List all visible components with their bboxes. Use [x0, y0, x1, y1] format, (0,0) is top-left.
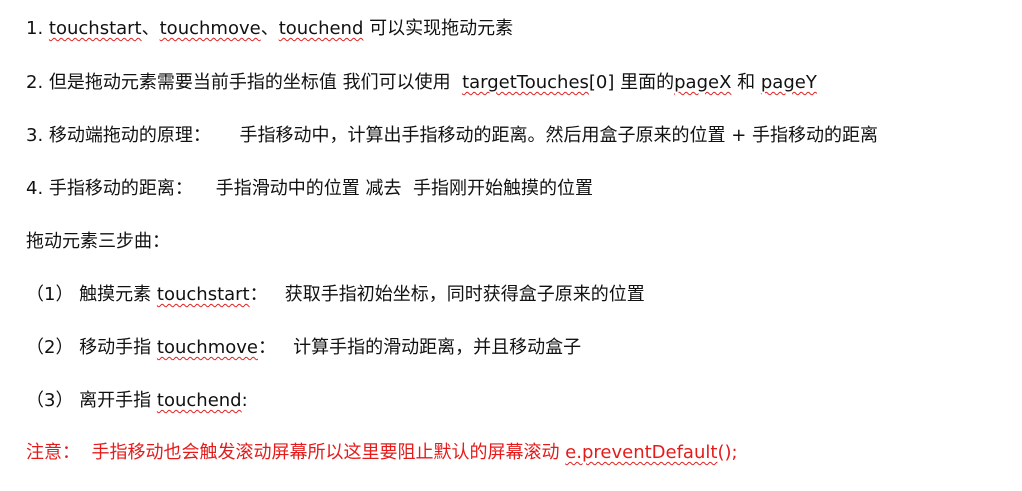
code-term: touchend — [156, 390, 242, 411]
text-segment: 和 — [731, 72, 761, 93]
text-segment: （1） 触摸元素 — [26, 284, 157, 305]
text-segment: （2） 移动手指 — [26, 337, 157, 358]
code-term: touchmove — [159, 18, 261, 39]
text-segment: 1. — [26, 18, 49, 39]
line-3: 3. 移动端拖动的原理： 手指移动中，计算出手指移动的距离。然后用盒子原来的位置… — [26, 124, 878, 148]
line-1: 1. touchstart、touchmove、touchend 可以实现拖动元… — [26, 17, 513, 41]
code-term: touchmove — [156, 337, 258, 358]
text-segment: ： 计算手指的滑动距离，并且移动盒子 — [257, 337, 582, 358]
code-term: touchstart — [48, 18, 142, 39]
code-term: pageX — [674, 72, 732, 93]
text-segment: 可以实现拖动元素 — [363, 18, 514, 39]
text-segment: （3） 离开手指 — [26, 390, 157, 411]
code-term: pageY — [760, 72, 817, 93]
document-body: 1. touchstart、touchmove、touchend 可以实现拖动元… — [0, 0, 1022, 491]
line-8: （3） 离开手指 touchend: — [26, 389, 248, 413]
code-term: touchstart — [156, 284, 250, 305]
text-segment: [0] 里面的 — [588, 72, 675, 93]
text-segment: 3. 移动端拖动的原理： 手指移动中，计算出手指移动的距离。然后用盒子原来的位置… — [26, 125, 879, 146]
code-term: targetTouches — [462, 72, 589, 93]
text-segment: (); — [717, 442, 738, 463]
text-segment: : — [241, 390, 248, 411]
line-2: 2. 但是拖动元素需要当前手指的坐标值 我们可以使用 targetTouches… — [26, 71, 817, 95]
line-7: （2） 移动手指 touchmove： 计算手指的滑动距离，并且移动盒子 — [26, 336, 581, 360]
text-segment: 2. 但是拖动元素需要当前手指的坐标值 我们可以使用 — [26, 72, 463, 93]
text-segment: 、 — [260, 18, 279, 39]
line-6: （1） 触摸元素 touchstart： 获取手指初始坐标，同时获得盒子原来的位… — [26, 283, 645, 307]
line-9: 注意： 手指移动也会触发滚动屏幕所以这里要阻止默认的屏幕滚动 e.prevent… — [26, 441, 738, 465]
code-term: touchend — [278, 18, 364, 39]
line-4: 4. 手指移动的距离： 手指滑动中的位置 减去 手指刚开始触摸的位置 — [26, 177, 593, 201]
text-segment: 4. 手指移动的距离： 手指滑动中的位置 减去 手指刚开始触摸的位置 — [26, 178, 593, 199]
text-segment: ： 获取手指初始坐标，同时获得盒子原来的位置 — [249, 284, 645, 305]
text-segment: 拖动元素三步曲： — [26, 231, 170, 252]
text-segment: 、 — [141, 18, 160, 39]
line-5: 拖动元素三步曲： — [26, 230, 170, 254]
code-term: e.preventDefault — [565, 442, 718, 463]
text-segment: 注意： 手指移动也会触发滚动屏幕所以这里要阻止默认的屏幕滚动 — [26, 442, 566, 463]
